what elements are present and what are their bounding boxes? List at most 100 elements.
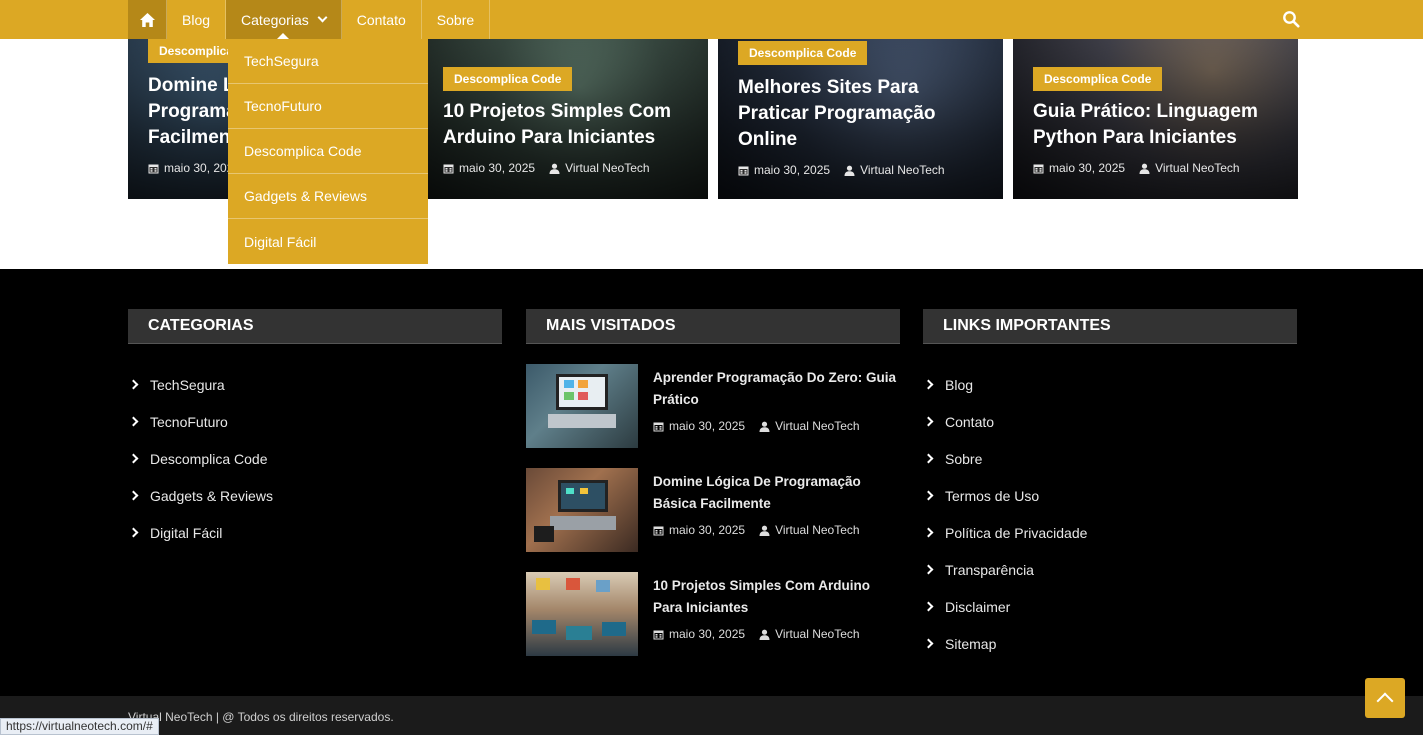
list-item[interactable]: Sobre <box>923 440 1297 477</box>
user-icon <box>759 629 770 640</box>
post-title[interactable]: 10 Projetos Simples Com Arduino Para Ini… <box>653 575 901 619</box>
categorias-dropdown: TechSegura TecnoFuturo Descomplica Code … <box>228 39 428 264</box>
list-item-label: Sobre <box>945 450 983 467</box>
chevron-right-icon <box>128 453 139 464</box>
list-item[interactable]: TechSegura <box>128 366 502 403</box>
dropdown-item-digital-facil[interactable]: Digital Fácil <box>228 219 428 264</box>
list-item[interactable]: Disclaimer <box>923 588 1297 625</box>
nav-item-categorias[interactable]: Categorias <box>226 0 342 39</box>
post-title[interactable]: 10 Projetos Simples Com Arduino Para Ini… <box>443 99 694 151</box>
chevron-right-icon <box>128 527 139 538</box>
popular-post: Domine Lógica De Programação Básica Faci… <box>526 468 900 552</box>
popular-post: 10 Projetos Simples Com Arduino Para Ini… <box>526 572 900 656</box>
calendar-icon <box>1033 164 1044 173</box>
dropdown-item-descomplica-code[interactable]: Descomplica Code <box>228 129 428 174</box>
list-item[interactable]: Gadgets & Reviews <box>128 477 502 514</box>
category-badge[interactable]: Descomplica Code <box>1033 67 1163 91</box>
post-date[interactable]: maio 30, 2025 <box>669 523 745 537</box>
home-button[interactable] <box>128 0 167 39</box>
calendar-icon <box>443 164 454 173</box>
list-item[interactable]: Termos de Uso <box>923 477 1297 514</box>
list-item[interactable]: Sitemap <box>923 625 1297 662</box>
list-item-label: TecnoFuturo <box>150 413 228 430</box>
list-item[interactable]: TecnoFuturo <box>128 403 502 440</box>
arrow-up-icon <box>1376 692 1394 710</box>
post-author[interactable]: Virtual NeoTech <box>775 627 860 641</box>
popular-post: Aprender Programação Do Zero: Guia Práti… <box>526 364 900 448</box>
list-item[interactable]: Transparência <box>923 551 1297 588</box>
list-item-label: Descomplica Code <box>150 450 268 467</box>
post-author[interactable]: Virtual NeoTech <box>1155 161 1240 175</box>
home-icon <box>139 12 155 27</box>
post-title[interactable]: Guia Prático: Linguagem Python Para Inic… <box>1033 99 1284 151</box>
calendar-icon <box>653 526 664 535</box>
nav-item-blog[interactable]: Blog <box>167 0 227 39</box>
nav-label: Blog <box>182 11 211 28</box>
dropdown-item-techsegura[interactable]: TechSegura <box>228 39 428 84</box>
category-badge[interactable]: Descomplica Code <box>738 41 868 65</box>
calendar-icon <box>653 422 664 431</box>
chevron-right-icon <box>923 564 934 575</box>
user-icon <box>759 525 770 536</box>
post-title[interactable]: Melhores Sites Para Praticar Programação… <box>738 75 989 153</box>
post-date[interactable]: maio 30, 2025 <box>669 627 745 641</box>
post-thumbnail[interactable] <box>526 364 638 448</box>
post-author[interactable]: Virtual NeoTech <box>565 161 650 175</box>
post-date[interactable]: maio 30, 2025 <box>669 419 745 433</box>
calendar-icon <box>738 166 749 175</box>
chevron-right-icon <box>923 490 934 501</box>
chevron-right-icon <box>923 638 934 649</box>
featured-post-card[interactable]: Descomplica Code Guia Prático: Linguagem… <box>1013 39 1298 199</box>
dropdown-item-gadgets-reviews[interactable]: Gadgets & Reviews <box>228 174 428 219</box>
chevron-right-icon <box>923 601 934 612</box>
list-item[interactable]: Digital Fácil <box>128 514 502 551</box>
list-item-label: Termos de Uso <box>945 487 1040 504</box>
back-to-top-button[interactable] <box>1365 678 1405 718</box>
post-meta: maio 30, 2025 Virtual NeoTech <box>653 419 860 433</box>
user-icon <box>844 165 855 176</box>
post-author[interactable]: Virtual NeoTech <box>775 419 860 433</box>
nav-item-contato[interactable]: Contato <box>342 0 422 39</box>
nav-item-sobre[interactable]: Sobre <box>422 0 491 39</box>
dropdown-item-tecnofuturo[interactable]: TecnoFuturo <box>228 84 428 129</box>
chevron-right-icon <box>923 379 934 390</box>
post-author[interactable]: Virtual NeoTech <box>775 523 860 537</box>
chevron-right-icon <box>923 416 934 427</box>
chevron-right-icon <box>923 453 934 464</box>
category-badge[interactable]: Descomplica Code <box>443 67 573 91</box>
post-date[interactable]: maio 30, 2025 <box>459 161 535 175</box>
post-meta: maio 30, 2025 Virtual NeoTech <box>738 163 989 177</box>
category-list: TechSegura TecnoFuturo Descomplica Code … <box>128 366 502 551</box>
copyright-text: Virtual NeoTech | @ Todos os direitos re… <box>128 710 394 724</box>
list-item[interactable]: Contato <box>923 403 1297 440</box>
post-meta: maio 30, 2025 Virtual NeoTech <box>1033 161 1284 175</box>
post-title[interactable]: Aprender Programação Do Zero: Guia Práti… <box>653 367 901 411</box>
chevron-right-icon <box>128 490 139 501</box>
calendar-icon <box>148 164 159 173</box>
post-author[interactable]: Virtual NeoTech <box>860 163 945 177</box>
featured-post-card[interactable]: Descomplica Code 10 Projetos Simples Com… <box>423 39 708 199</box>
search-icon[interactable] <box>1282 10 1300 28</box>
nav-label: Sobre <box>436 11 475 28</box>
chevron-right-icon <box>128 379 139 390</box>
post-thumbnail[interactable] <box>526 572 638 656</box>
browser-status-url: https://virtualneotech.com/# <box>0 718 159 735</box>
copyright-bar: Virtual NeoTech | @ Todos os direitos re… <box>0 696 1423 735</box>
chevron-down-icon <box>317 12 328 23</box>
nav-label: Contato <box>356 11 406 28</box>
post-meta: maio 30, 2025 Virtual NeoTech <box>653 523 860 537</box>
list-item[interactable]: Blog <box>923 366 1297 403</box>
user-icon <box>549 163 560 174</box>
post-title[interactable]: Domine Lógica De Programação Básica Faci… <box>653 471 901 515</box>
list-item-label: Política de Privacidade <box>945 524 1088 541</box>
footer-widget-categorias: CATEGORIAS TechSegura TecnoFuturo Descom… <box>128 309 502 551</box>
list-item[interactable]: Descomplica Code <box>128 440 502 477</box>
site-footer: CATEGORIAS TechSegura TecnoFuturo Descom… <box>0 269 1423 696</box>
post-thumbnail[interactable] <box>526 468 638 552</box>
list-item[interactable]: Política de Privacidade <box>923 514 1297 551</box>
post-meta: maio 30, 2025 Virtual NeoTech <box>653 627 860 641</box>
post-date[interactable]: maio 30, 2025 <box>754 163 830 177</box>
main-menu: Blog Categorias Contato Sobre <box>128 0 491 39</box>
post-date[interactable]: maio 30, 2025 <box>1049 161 1125 175</box>
featured-post-card[interactable]: Descomplica Code Melhores Sites Para Pra… <box>718 39 1003 199</box>
